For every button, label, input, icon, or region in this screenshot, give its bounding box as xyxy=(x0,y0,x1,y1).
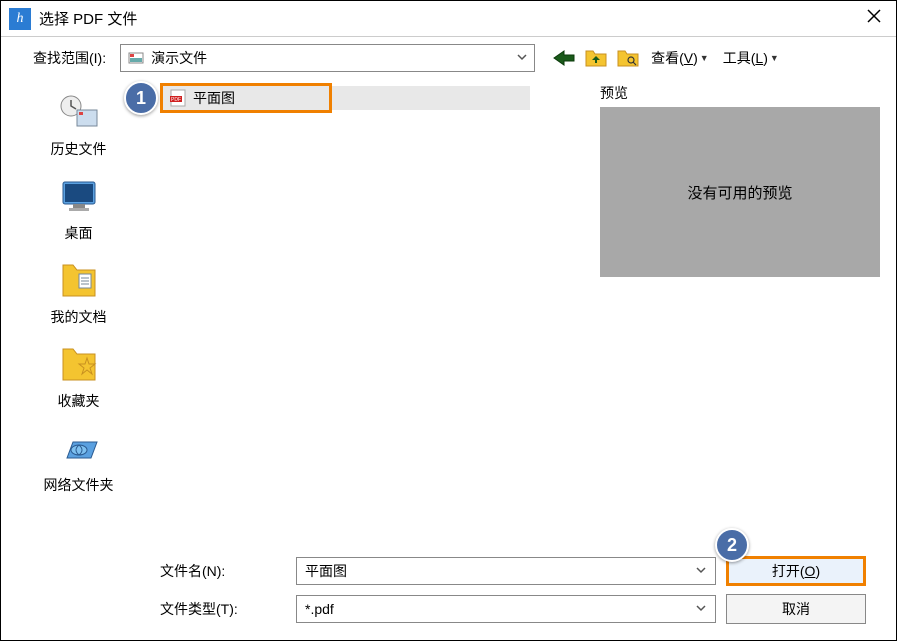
nav-icons: 查看(V) ▼ 工具(L) ▼ xyxy=(551,46,783,70)
lookin-label: 查找范围(I): xyxy=(33,48,106,68)
history-icon xyxy=(55,91,103,133)
preview-box: 没有可用的预览 xyxy=(600,107,880,277)
sidebar-item-network[interactable]: 网络文件夹 xyxy=(1,421,156,501)
file-list-area: PDF 平面图 xyxy=(156,79,596,559)
chevron-down-icon xyxy=(516,50,528,66)
documents-icon xyxy=(55,259,103,301)
search-folder-button[interactable] xyxy=(615,46,641,70)
filename-value: 平面图 xyxy=(305,561,347,581)
folder-search-icon xyxy=(617,49,639,67)
tools-menu[interactable]: 工具(L) ▼ xyxy=(719,48,783,68)
filetype-label: 文件类型(T): xyxy=(156,599,286,619)
body-area: 历史文件 桌面 我的文档 收藏夹 网络文件夹 xyxy=(1,79,896,559)
callout-2: 2 xyxy=(715,528,749,562)
chevron-down-icon: ▼ xyxy=(770,53,779,63)
view-menu[interactable]: 查看(V) ▼ xyxy=(647,48,713,68)
window-title: 选择 PDF 文件 xyxy=(39,8,860,29)
chevron-down-icon xyxy=(695,563,707,579)
places-sidebar: 历史文件 桌面 我的文档 收藏夹 网络文件夹 xyxy=(1,79,156,559)
filename-combo[interactable]: 平面图 xyxy=(296,557,716,585)
pdf-icon: PDF xyxy=(169,89,187,107)
sidebar-item-label: 我的文档 xyxy=(51,307,107,327)
desktop-icon xyxy=(55,175,103,217)
close-button[interactable] xyxy=(860,7,888,30)
network-icon xyxy=(55,427,103,469)
title-bar: h 选择 PDF 文件 xyxy=(1,1,896,37)
chevron-down-icon: ▼ xyxy=(700,53,709,63)
tools-menu-label: 工具(L) xyxy=(723,48,768,68)
back-button[interactable] xyxy=(551,46,577,70)
view-menu-label: 查看(V) xyxy=(651,48,698,68)
file-name: 平面图 xyxy=(193,88,235,108)
sidebar-item-documents[interactable]: 我的文档 xyxy=(1,253,156,333)
sidebar-item-label: 历史文件 xyxy=(51,139,107,159)
cancel-button[interactable]: 取消 xyxy=(726,594,866,624)
sidebar-item-label: 桌面 xyxy=(65,223,93,243)
folder-icon xyxy=(127,51,145,65)
sidebar-item-favorites[interactable]: 收藏夹 xyxy=(1,337,156,417)
back-arrow-icon xyxy=(552,49,576,67)
close-icon xyxy=(866,8,882,24)
up-folder-button[interactable] xyxy=(583,46,609,70)
callout-1: 1 xyxy=(124,81,158,115)
lookin-dropdown[interactable]: 演示文件 xyxy=(120,44,535,72)
preview-empty-text: 没有可用的预览 xyxy=(687,182,792,203)
app-icon: h xyxy=(9,8,31,30)
filetype-combo[interactable]: *.pdf xyxy=(296,595,716,623)
sidebar-item-label: 网络文件夹 xyxy=(44,475,114,495)
file-row[interactable]: PDF 平面图 xyxy=(160,83,332,113)
filename-label: 文件名(N): xyxy=(156,561,286,581)
preview-label: 预览 xyxy=(600,83,880,103)
open-button-label: 打开(O) xyxy=(772,561,820,581)
favorites-icon xyxy=(55,343,103,385)
folder-up-icon xyxy=(585,49,607,67)
file-row-extend xyxy=(332,86,530,110)
file-list[interactable]: PDF 平面图 xyxy=(160,83,586,555)
bottom-bar: 文件名(N): 平面图 打开(O) 文件类型(T): *.pdf 取消 xyxy=(156,552,886,628)
svg-text:PDF: PDF xyxy=(171,97,181,103)
chevron-down-icon xyxy=(695,601,707,617)
preview-panel: 预览 没有可用的预览 xyxy=(596,79,896,559)
sidebar-item-label: 收藏夹 xyxy=(58,391,100,411)
sidebar-item-desktop[interactable]: 桌面 xyxy=(1,169,156,249)
open-button[interactable]: 打开(O) xyxy=(726,556,866,586)
filetype-value: *.pdf xyxy=(305,601,334,617)
toolbar: 查找范围(I): 演示文件 查看(V) ▼ 工具(L) ▼ xyxy=(1,37,896,79)
lookin-value: 演示文件 xyxy=(151,48,207,68)
cancel-button-label: 取消 xyxy=(782,599,810,619)
